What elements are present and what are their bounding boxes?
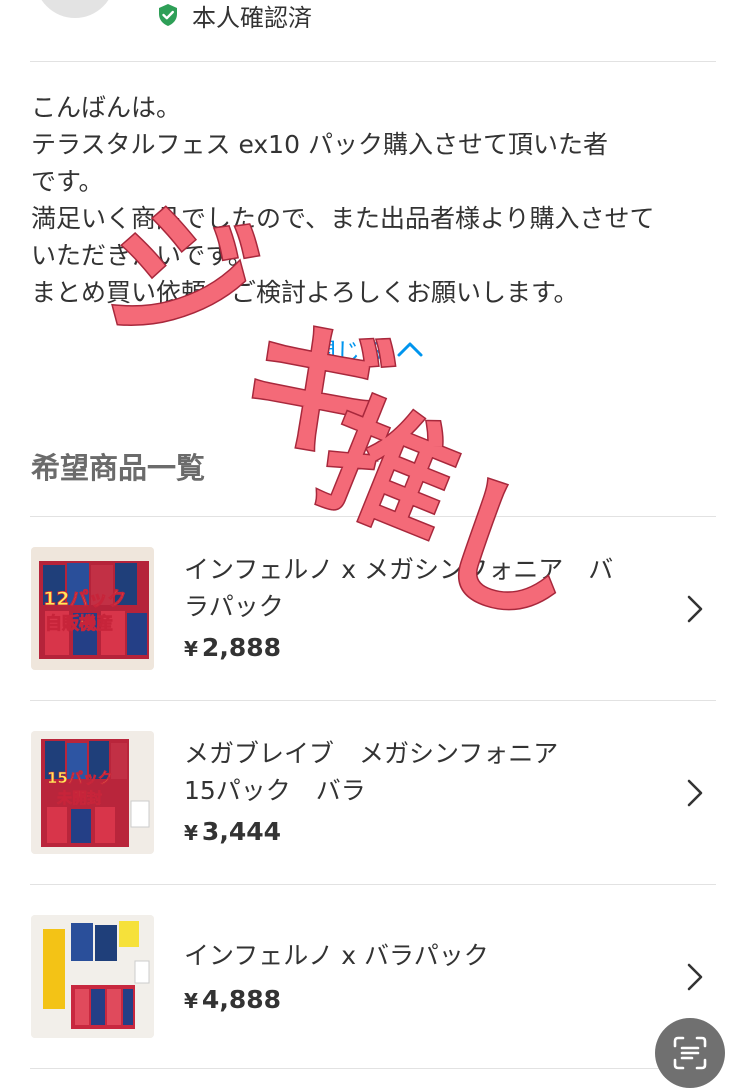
avatar[interactable] bbox=[35, 0, 115, 18]
wishlist-title: 希望商品一覧 bbox=[31, 451, 206, 485]
item-thumbnail bbox=[31, 915, 154, 1038]
text-scan-icon bbox=[673, 1036, 707, 1070]
price-value: 4,888 bbox=[201, 985, 281, 1014]
thumb-caption: 15パック bbox=[47, 769, 113, 787]
message-line: こんばんは。 bbox=[31, 93, 182, 122]
chevron-up-icon bbox=[397, 342, 423, 357]
item-title-line: 15パック バラ bbox=[184, 776, 366, 805]
divider bbox=[30, 61, 716, 62]
thumb-caption: 自販機産 bbox=[45, 613, 113, 634]
item-title-line: インフェルノ x メガシンフォニア バ bbox=[184, 555, 614, 584]
item-title: メガブレイブ メガシンフォニア 15パック バラ bbox=[184, 735, 654, 809]
thumb-caption: 未開封 bbox=[56, 789, 102, 807]
currency-symbol: ¥ bbox=[184, 821, 198, 845]
shield-check-icon bbox=[159, 4, 177, 26]
text-scan-button[interactable] bbox=[655, 1018, 725, 1088]
message-line: まとめ買い依頼、ご検討よろしくお願いします。 bbox=[31, 278, 579, 307]
collapse-button[interactable]: 閉じる bbox=[312, 332, 424, 366]
item-title-line: メガブレイブ メガシンフォニア bbox=[184, 739, 559, 768]
currency-symbol: ¥ bbox=[184, 989, 198, 1013]
message-line: テラスタルフェス ex10 パック購入させて頂いた者 bbox=[31, 130, 608, 159]
handwriting-char: ギ bbox=[222, 291, 409, 492]
thumb-caption: 12パック bbox=[43, 588, 126, 610]
collapse-label: 閉じる bbox=[312, 337, 384, 366]
item-price: ¥3,444 bbox=[184, 817, 281, 846]
item-title-line: ラパック bbox=[184, 592, 284, 621]
item-thumbnail: 12パック 自販機産 bbox=[31, 547, 154, 670]
chevron-right-icon bbox=[687, 595, 703, 623]
verified-label: 本人確認済 bbox=[192, 3, 312, 32]
item-price: ¥4,888 bbox=[184, 985, 281, 1014]
price-value: 2,888 bbox=[201, 633, 281, 662]
request-message: こんばんは。 テラスタルフェス ex10 パック購入させて頂いた者 です。 満足… bbox=[31, 89, 721, 311]
divider bbox=[30, 1068, 716, 1069]
item-title-line: インフェルノ x バラパック bbox=[184, 941, 489, 970]
item-title: インフェルノ x バラパック bbox=[184, 937, 654, 974]
wishlist-item[interactable]: 12パック 自販機産 インフェルノ x メガシンフォニア バ ラパック ¥2,8… bbox=[0, 517, 746, 700]
message-line: 満足いく商品でしたので、また出品者様より購入させて bbox=[31, 204, 655, 233]
wishlist-item[interactable]: インフェルノ x バラパック ¥4,888 bbox=[0, 885, 746, 1068]
wishlist-item[interactable]: 15パック 未開封 メガブレイブ メガシンフォニア 15パック バラ ¥3,44… bbox=[0, 701, 746, 884]
chevron-right-icon bbox=[687, 963, 703, 991]
verified-badge: 本人確認済 bbox=[156, 0, 312, 32]
item-title: インフェルノ x メガシンフォニア バ ラパック bbox=[184, 551, 654, 625]
profile-header: 本人確認済 bbox=[0, 0, 746, 60]
message-line: です。 bbox=[31, 167, 104, 196]
chevron-right-icon bbox=[687, 779, 703, 807]
message-line: いただきたいです。 bbox=[31, 241, 253, 270]
item-thumbnail: 15パック 未開封 bbox=[31, 731, 154, 854]
item-price: ¥2,888 bbox=[184, 633, 281, 662]
price-value: 3,444 bbox=[201, 817, 281, 846]
currency-symbol: ¥ bbox=[184, 637, 198, 661]
